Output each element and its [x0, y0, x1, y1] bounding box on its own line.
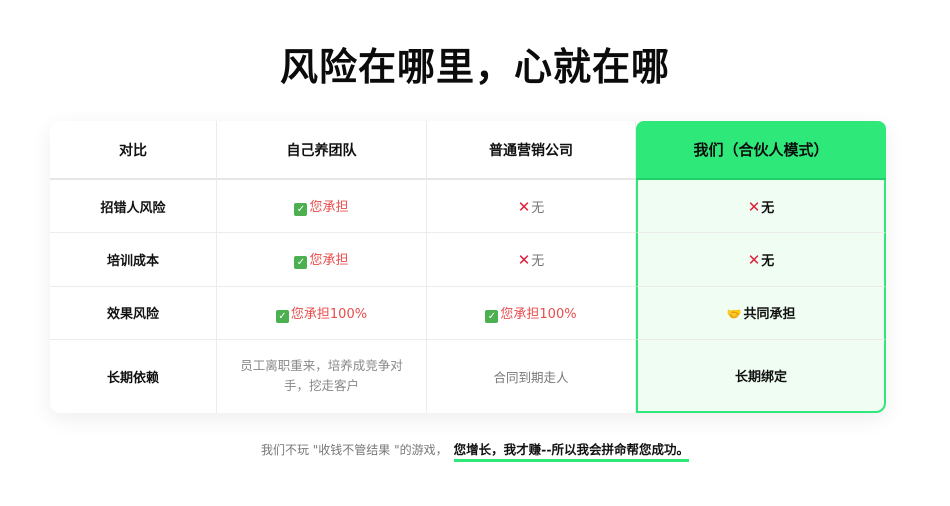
- cell-text: 无: [761, 200, 775, 216]
- cell-text: 长期绑定: [734, 369, 787, 385]
- table-row: 长期依赖 员工离职重来，培养成竞争对手，挖走客户 合同到期走人 长期绑定: [50, 339, 886, 413]
- cell-self: 员工离职重来，培养成竞争对手，挖走客户: [217, 339, 427, 413]
- cell-ours: ✕无: [636, 180, 886, 234]
- table-row: 效果风险 ✓ 您承担100% ✓ 您承担100% 🤝 共同承担: [50, 286, 886, 340]
- cell-text: 无: [531, 200, 545, 216]
- check-icon: ✓: [275, 309, 289, 323]
- cell-agency: ✕无: [427, 180, 636, 234]
- cell-ours: 🤝 共同承担: [636, 286, 886, 340]
- row-label: 效果风险: [50, 286, 217, 340]
- header-ours: 我们（合伙人模式）: [636, 121, 886, 181]
- row-label: 培训成本: [50, 233, 217, 287]
- header-compare: 对比: [50, 121, 217, 181]
- row-label: 招错人风险: [50, 180, 217, 234]
- cell-text: 无: [531, 253, 545, 269]
- cell-agency: ✕无: [427, 233, 636, 287]
- header-self-team: 自己养团队: [217, 121, 427, 181]
- cross-icon: ✕: [517, 197, 531, 216]
- table-row: 培训成本 ✓ 您承担 ✕无 ✕无: [50, 233, 886, 287]
- cell-agency: 合同到期走人: [427, 339, 636, 413]
- cross-icon: ✕: [747, 250, 761, 269]
- cross-icon: ✕: [747, 197, 761, 216]
- cell-text: 您承担: [309, 253, 349, 269]
- cell-self: ✓ 您承担100%: [217, 286, 427, 340]
- cell-text: 员工离职重来，培养成竞争对手，挖走客户: [240, 358, 403, 394]
- cell-text: 您承担: [309, 200, 349, 216]
- comparison-table: 对比 自己养团队 普通营销公司 我们（合伙人模式） 招错人风险 ✓ 您承担 ✕无 …: [50, 121, 886, 413]
- cell-agency: ✓ 您承担100%: [427, 286, 636, 340]
- check-icon: ✓: [294, 203, 308, 217]
- cross-icon: ✕: [517, 250, 531, 269]
- footer-note: 我们不玩 "收钱不管结果 "的游戏， 您增长，我才赚--所以我会拼命帮您成功。: [0, 439, 950, 462]
- table-row: 招错人风险 ✓ 您承担 ✕无 ✕无: [50, 180, 886, 234]
- cell-text: 无: [761, 253, 775, 269]
- page: 风险在哪里，心就在哪 对比 自己养团队 普通营销公司 我们（合伙人模式） 招错人…: [0, 0, 950, 506]
- table-header-row: 对比 自己养团队 普通营销公司 我们（合伙人模式）: [50, 121, 886, 181]
- footer-highlight-text: 您增长，我才赚--所以我会拼命帮您成功。: [453, 442, 690, 462]
- header-agency: 普通营销公司: [427, 121, 636, 181]
- cell-text: 您承担100%: [290, 306, 368, 322]
- cell-ours: 长期绑定: [636, 339, 886, 413]
- handshake-icon: 🤝: [726, 307, 742, 322]
- cell-ours: ✕无: [636, 233, 886, 287]
- cell-self: ✓ 您承担: [217, 180, 427, 234]
- check-icon: ✓: [294, 256, 308, 270]
- cell-text: 共同承担: [743, 307, 796, 323]
- cell-text: 您承担100%: [500, 306, 577, 322]
- page-title: 风险在哪里，心就在哪: [279, 45, 670, 89]
- footer-normal-text: 我们不玩 "收钱不管结果 "的游戏，: [260, 443, 448, 457]
- row-label: 长期依赖: [50, 339, 217, 413]
- check-icon: ✓: [485, 309, 499, 323]
- cell-self: ✓ 您承担: [217, 233, 427, 287]
- cell-text: 合同到期走人: [493, 369, 569, 385]
